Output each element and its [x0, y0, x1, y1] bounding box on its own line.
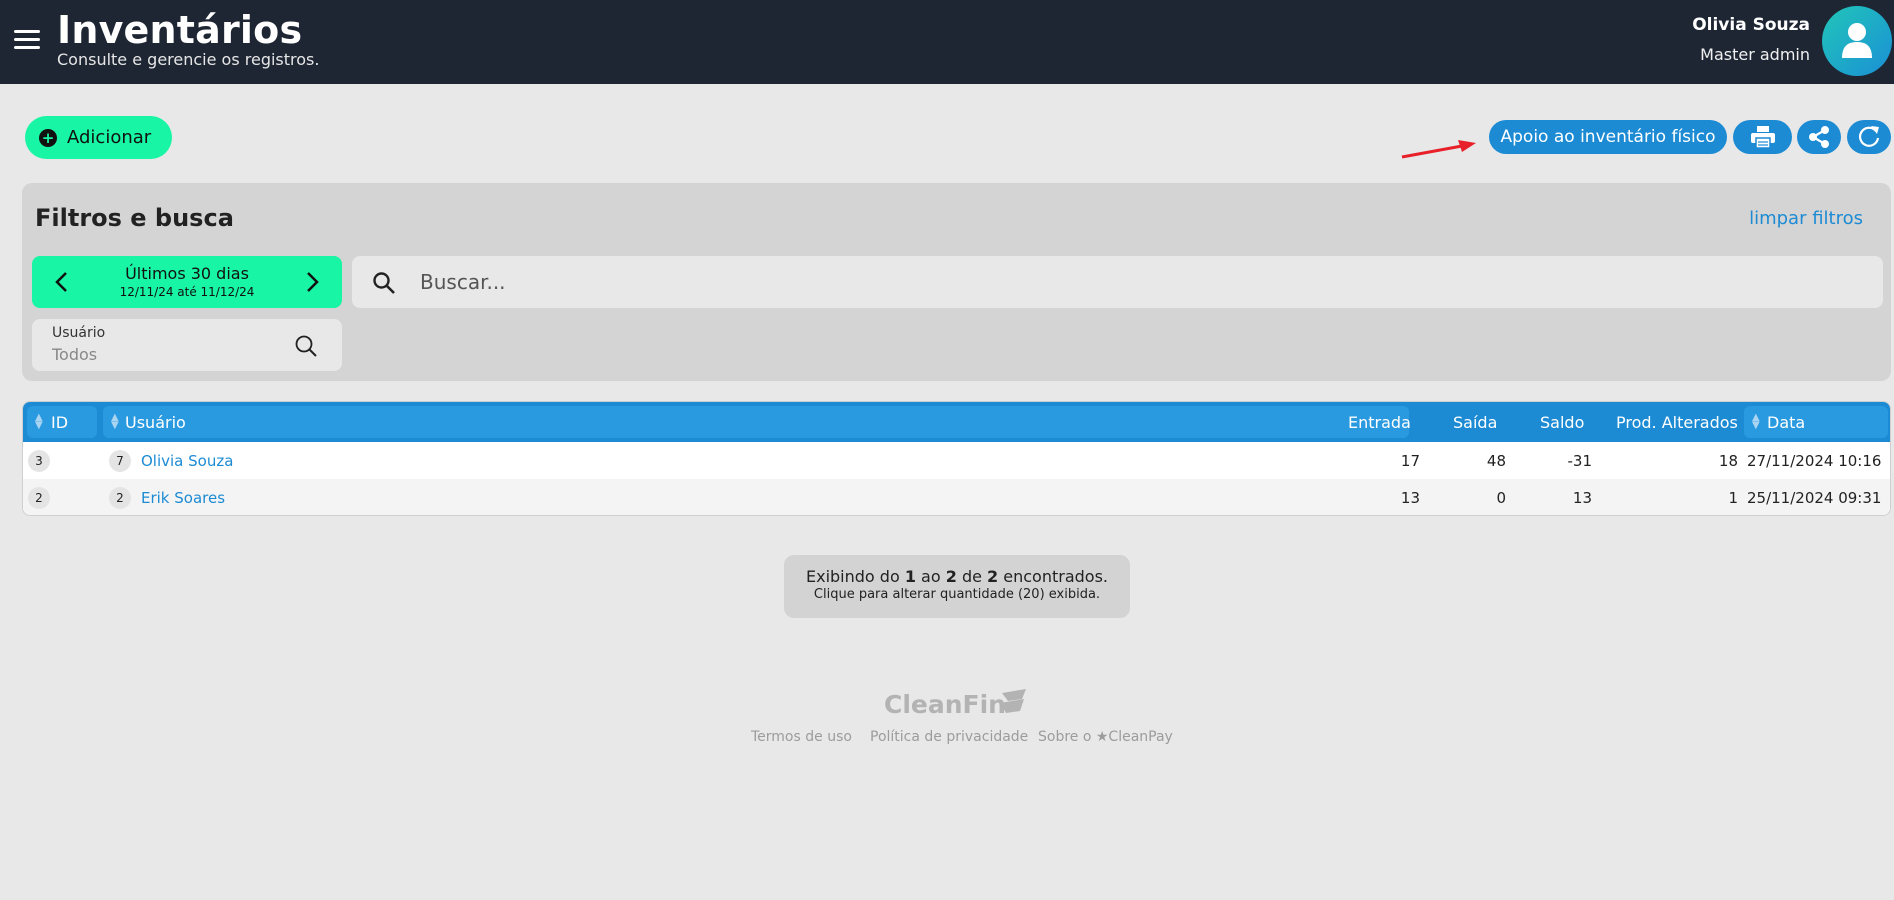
column-data-label: Data	[1767, 413, 1806, 432]
column-usuario-header[interactable]	[103, 406, 1409, 438]
column-prod-label: Prod. Alterados	[1616, 413, 1738, 432]
printer-icon	[1750, 126, 1775, 148]
user-filter[interactable]: Usuário Todos	[32, 319, 342, 371]
table-header: ▲ ▼ ID ▲ ▼ Usuário Entrada Saída Saldo Pro…	[23, 402, 1890, 442]
pagination-hint: Clique para alterar quantidade (20) exib…	[813, 587, 1101, 602]
menu-icon[interactable]	[14, 30, 40, 50]
user-filter-label: Usuário	[52, 325, 106, 341]
filters-title: Filtros e busca	[35, 204, 234, 232]
clear-filters-link[interactable]: limpar filtros	[1749, 208, 1863, 229]
search-box[interactable]	[352, 256, 1883, 308]
row-id: 3	[28, 450, 50, 472]
column-id-label: ID	[51, 413, 69, 432]
row-saida: 48	[1486, 452, 1506, 470]
apoio-inventario-button[interactable]: Apoio ao inventário físico	[1489, 120, 1727, 154]
user-icon	[1842, 23, 1872, 58]
page-title: Inventários	[57, 8, 303, 52]
row-entrada: 13	[1400, 489, 1420, 507]
user-filter-value: Todos	[52, 345, 98, 364]
search-icon[interactable]	[294, 334, 318, 358]
table-row[interactable]: 2 2 Erik Soares 13 0 13 1 25/11/2024 09:…	[23, 479, 1890, 515]
column-usuario-label: Usuário	[125, 413, 186, 432]
column-saida-label: Saída	[1453, 413, 1498, 432]
filters-panel: Filtros e busca limpar filtros Últimos 3…	[22, 183, 1891, 381]
terms-link[interactable]: Termos de uso	[751, 729, 852, 745]
row-id: 2	[28, 487, 50, 509]
user-name[interactable]: Olivia Souza	[1692, 15, 1810, 35]
chevron-right-icon[interactable]	[298, 268, 326, 296]
annotation-arrow-icon	[1401, 140, 1476, 159]
row-user-link[interactable]: Olivia Souza	[141, 452, 233, 470]
user-role: Master admin	[1700, 45, 1810, 64]
plus-circle-icon: +	[39, 128, 57, 147]
top-header: Inventários Consulte e gerencie os regis…	[0, 0, 1894, 84]
search-input[interactable]	[420, 264, 1820, 300]
date-range-label: Últimos 30 dias	[125, 264, 249, 283]
row-data: 27/11/2024 10:16	[1747, 452, 1882, 470]
row-prod: 18	[1718, 452, 1738, 470]
row-prod: 1	[1728, 489, 1738, 507]
sort-icon: ▲ ▼	[111, 412, 119, 431]
date-range-selector[interactable]: Últimos 30 dias 12/11/24 até 11/12/24	[32, 256, 342, 308]
about-link[interactable]: Sobre o ★CleanPay	[1038, 729, 1173, 745]
row-user-id: 2	[109, 487, 131, 509]
refresh-button[interactable]	[1847, 120, 1891, 154]
row-saldo: -31	[1567, 452, 1593, 470]
row-data: 25/11/2024 09:31	[1747, 489, 1882, 507]
date-range-dates: 12/11/24 até 11/12/24	[119, 285, 255, 299]
cleanfin-logo-icon	[1000, 689, 1026, 713]
column-data-header[interactable]	[1744, 406, 1888, 438]
privacy-link[interactable]: Política de privacidade	[870, 729, 1028, 745]
print-button[interactable]	[1733, 120, 1792, 154]
page-subtitle: Consulte e gerencie os registros.	[57, 50, 320, 69]
footer-brand: CleanFin	[884, 690, 1006, 719]
search-icon	[373, 272, 395, 294]
share-button[interactable]	[1797, 120, 1841, 154]
row-entrada: 17	[1400, 452, 1420, 470]
row-user-link[interactable]: Erik Soares	[141, 489, 225, 507]
column-saldo-label: Saldo	[1540, 413, 1585, 432]
add-button-label: Adicionar	[67, 127, 152, 148]
add-button[interactable]: + Adicionar	[25, 116, 172, 159]
pagination-summary: Exibindo do 1 ao 2 de 2 encontrados.	[805, 567, 1108, 586]
row-saldo: 13	[1572, 489, 1592, 507]
share-icon	[1809, 126, 1829, 148]
sort-icon: ▲ ▼	[1752, 412, 1760, 431]
row-user-id: 7	[109, 450, 131, 472]
row-saida: 0	[1496, 489, 1506, 507]
avatar[interactable]	[1822, 6, 1892, 76]
table-row[interactable]: 3 7 Olivia Souza 17 48 -31 18 27/11/2024…	[23, 442, 1890, 479]
sort-icon: ▲ ▼	[35, 412, 43, 431]
inventory-table: ▲ ▼ ID ▲ ▼ Usuário Entrada Saída Saldo Pro…	[22, 401, 1891, 516]
pagination-info[interactable]: Exibindo do 1 ao 2 de 2 encontrados. Cli…	[784, 555, 1130, 618]
column-entrada-label: Entrada	[1348, 413, 1411, 432]
refresh-icon	[1858, 126, 1880, 147]
